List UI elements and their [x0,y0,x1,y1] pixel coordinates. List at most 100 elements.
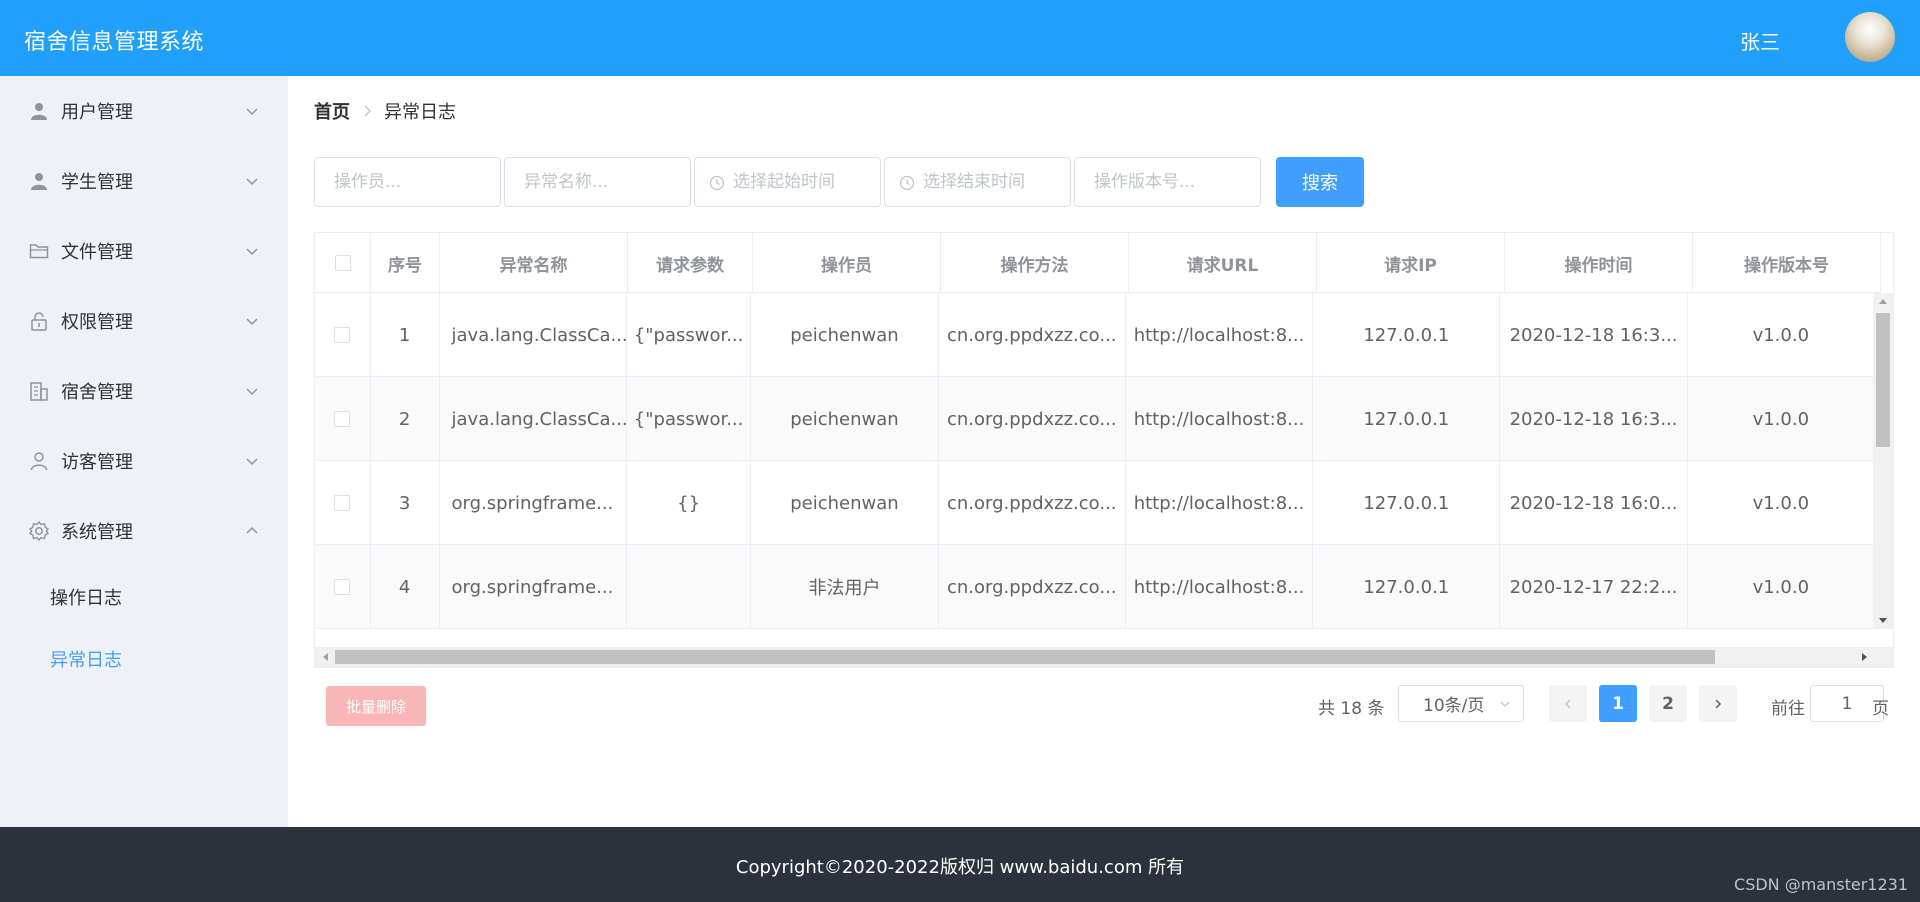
exception-name-input[interactable] [505,158,690,206]
chevron-down-icon [246,318,258,326]
top-header: 宿舍信息管理系统 张三 [0,0,1920,76]
total-count: 共 18 条 [1318,699,1385,719]
column-header[interactable]: 请求参数 [628,233,753,293]
start-time-filter [694,157,881,207]
table-cell: cn.org.ppdxzz.co... [939,377,1126,461]
sidebar-subitem-operation-log[interactable]: 操作日志 [0,566,288,628]
table-cell: 127.0.0.1 [1313,293,1501,377]
user-icon [28,100,50,122]
end-time-filter [884,157,1071,207]
table-cell: v1.0.0 [1688,377,1875,461]
column-header[interactable]: 序号 [371,233,440,293]
sidebar-item-label: 文件管理 [61,242,133,263]
column-header[interactable]: 操作版本号 [1693,233,1881,293]
column-header[interactable]: 操作时间 [1505,233,1693,293]
sidebar-item-dorm-management[interactable]: 宿舍管理 [0,356,288,426]
sidebar-item-visitor-management[interactable]: 访客管理 [0,426,288,496]
table-cell: v1.0.0 [1688,293,1875,377]
table-cell [627,545,752,629]
copyright-text: Copyright©2020-2022版权归 www.baidu.com 所有 [735,857,1185,878]
page-size-value: 10条/页 [1423,696,1485,716]
row-checkbox[interactable] [334,495,351,511]
table-cell: cn.org.ppdxzz.co... [939,461,1126,545]
select-all-checkbox[interactable] [334,255,351,271]
exception-log-table: 序号 异常名称 请求参数 操作员 操作方法 请求URL 请求IP 操作时间 操作… [314,232,1894,668]
breadcrumb-current: 异常日志 [384,102,456,123]
operator-input[interactable] [315,158,500,206]
user-icon [28,170,50,192]
table-cell: peichenwan [751,461,939,545]
operator-filter [314,157,501,207]
exception-filter [504,157,691,207]
batch-delete-button[interactable]: 批量删除 [326,686,426,726]
row-checkbox[interactable] [334,327,351,343]
table-row[interactable]: 2 java.lang.ClassCa... {"passwor... peic… [315,377,1875,461]
sidebar-item-system-management[interactable]: 系统管理 [0,496,288,566]
table-cell: org.springframe... [440,461,627,545]
horizontal-scrollbar[interactable] [315,647,1893,667]
row-select-cell [315,377,371,461]
table-row[interactable]: 1 java.lang.ClassCa... {"passwor... peic… [315,293,1875,377]
table-cell: 2 [371,377,440,461]
chevron-left-icon [1564,698,1571,709]
table-cell: 2020-12-17 22:2... [1500,545,1688,629]
chevron-up-icon [246,526,258,534]
table-cell: v1.0.0 [1688,545,1875,629]
user-outline-icon [28,450,50,472]
chevron-down-icon [246,388,258,396]
vertical-scrollbar[interactable] [1873,293,1893,629]
sidebar-subitem-exception-log[interactable]: 异常日志 [0,628,288,690]
vertical-scroll-thumb[interactable] [1876,313,1890,447]
table-cell: java.lang.ClassCa... [440,293,627,377]
search-button[interactable]: 搜索 [1276,157,1364,207]
table-cell: 非法用户 [751,545,939,629]
chevron-down-icon [246,458,258,466]
scroll-right-icon[interactable] [1862,653,1871,661]
goto-suffix: 页 [1872,699,1889,719]
main-content: 首页 异常日志 搜索 序号 异常名称 请求参数 操作员 操作方法 请求URL 请… [288,76,1920,827]
row-checkbox[interactable] [334,579,351,595]
row-checkbox[interactable] [334,411,351,427]
sidebar-item-user-management[interactable]: 用户管理 [0,76,288,146]
table-cell: 2020-12-18 16:0... [1500,461,1688,545]
sidebar-item-student-management[interactable]: 学生管理 [0,146,288,216]
sidebar-item-label: 系统管理 [61,522,133,543]
horizontal-scroll-thumb[interactable] [335,650,1715,664]
breadcrumb-separator-icon [362,102,372,121]
username[interactable]: 张三 [1740,26,1780,55]
sidebar-item-permission-management[interactable]: 权限管理 [0,286,288,356]
column-header[interactable]: 操作员 [753,233,941,293]
avatar[interactable] [1845,12,1895,62]
column-header[interactable]: 请求URL [1129,233,1317,293]
chevron-down-icon [1500,701,1510,707]
page-button-1[interactable]: 1 [1599,685,1637,722]
table-row[interactable]: 3 org.springframe... {} peichenwan cn.or… [315,461,1875,545]
column-header[interactable]: 请求IP [1317,233,1505,293]
table-cell: {"passwor... [627,377,752,461]
chevron-down-icon [246,248,258,256]
watermark: CSDN @manster1231 [1734,875,1908,894]
table-cell: 127.0.0.1 [1313,545,1501,629]
table-row[interactable]: 4 org.springframe... 非法用户 cn.org.ppdxzz.… [315,545,1875,629]
table-cell: 2020-12-18 16:3... [1500,293,1688,377]
scroll-up-icon[interactable] [1879,295,1887,304]
sidebar-item-file-management[interactable]: 文件管理 [0,216,288,286]
sidebar-item-label: 学生管理 [61,172,133,193]
prev-page-button[interactable] [1549,685,1587,722]
column-header[interactable]: 异常名称 [440,233,628,293]
page-size-select[interactable]: 10条/页 [1398,685,1524,722]
table-cell: 4 [371,545,440,629]
column-header[interactable]: 操作方法 [941,233,1129,293]
version-filter [1074,157,1261,207]
scroll-down-icon[interactable] [1879,618,1887,627]
table-cell: org.springframe... [440,545,627,629]
scroll-left-icon[interactable] [319,653,328,661]
next-page-button[interactable] [1699,685,1737,722]
chevron-right-icon [1715,698,1722,709]
building-icon [28,380,50,402]
breadcrumb-home[interactable]: 首页 [314,98,350,124]
page-button-2[interactable]: 2 [1649,685,1687,722]
version-input[interactable] [1075,158,1260,206]
table-cell: {} [627,461,752,545]
sidebar-subitem-label: 异常日志 [50,650,122,671]
